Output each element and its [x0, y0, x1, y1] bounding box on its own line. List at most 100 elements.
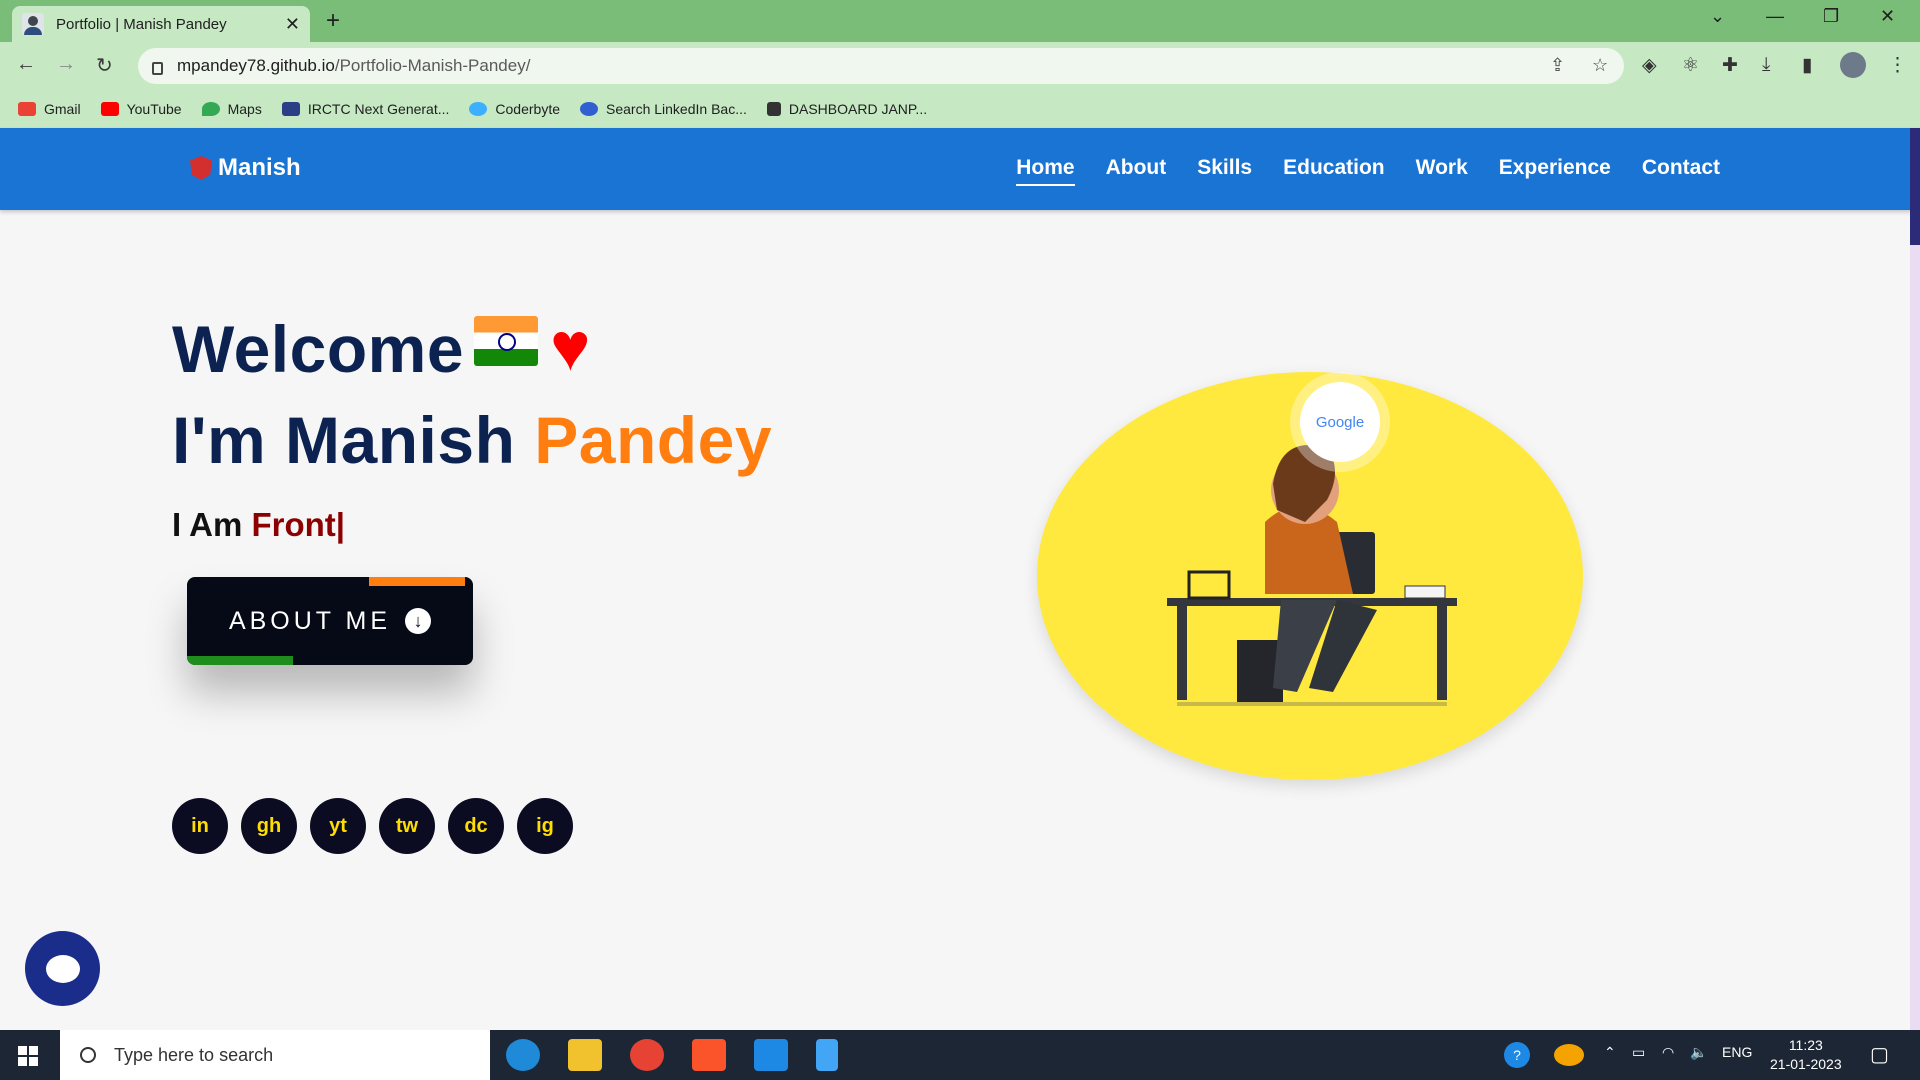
bookmark-youtube[interactable]: YouTube [100, 101, 182, 117]
main-menu: Home About Skills Education Work Experie… [1016, 156, 1720, 186]
download-icon[interactable]: ⤓ [1762, 54, 1770, 76]
language-indicator[interactable]: ENG [1722, 1044, 1752, 1060]
brave-icon[interactable] [692, 1039, 726, 1071]
nav-skills[interactable]: Skills [1197, 156, 1252, 186]
weather-icon[interactable] [1554, 1044, 1584, 1066]
tab-favicon-icon [22, 13, 44, 35]
browser-tab-strip: Portfolio | Manish Pandey ✕ + ⌄ — ❐ ✕ [0, 0, 1920, 42]
twitter-icon[interactable]: tw [379, 798, 435, 854]
nav-education[interactable]: Education [1283, 156, 1385, 186]
window-close-icon[interactable]: ✕ [1880, 6, 1895, 27]
taskbar-search-box[interactable]: Type here to search [60, 1030, 490, 1080]
google-bubble: Google [1300, 382, 1380, 462]
angular-shield-icon [190, 156, 212, 180]
windows-taskbar: Type here to search ? ⌃ ▭ ◠ 🔈 ENG 11:23 … [0, 1030, 1920, 1080]
reload-icon[interactable]: ↻ [96, 53, 113, 78]
tab-title: Portfolio | Manish Pandey [56, 15, 227, 33]
notepad-icon[interactable] [816, 1039, 838, 1071]
discord-icon[interactable]: dc [448, 798, 504, 854]
bookmark-coderbyte[interactable]: Coderbyte [469, 101, 560, 117]
social-links: in gh yt tw dc ig [172, 798, 573, 854]
key-icon [766, 102, 781, 116]
nav-home[interactable]: Home [1016, 156, 1075, 186]
page-scrollbar[interactable] [1910, 245, 1920, 1030]
gmail-icon [18, 102, 36, 116]
forward-icon[interactable]: → [56, 53, 76, 76]
taskbar-clock[interactable]: 11:23 21-01-2023 [1770, 1036, 1842, 1074]
site-navbar: Manish Home About Skills Education Work … [0, 128, 1920, 210]
bookmarks-bar: Gmail YouTube Maps IRCTC Next Generat...… [0, 90, 1920, 128]
nav-work[interactable]: Work [1416, 156, 1468, 186]
bookmark-linkedin-search[interactable]: Search LinkedIn Bac... [580, 101, 747, 117]
windows-start-icon[interactable] [18, 1046, 38, 1066]
battery-icon[interactable]: ▭ [1632, 1044, 1645, 1061]
profile-avatar-icon[interactable] [1840, 52, 1866, 78]
back-icon[interactable]: ← [16, 53, 36, 76]
bookmark-dashboard[interactable]: DASHBOARD JANP... [766, 101, 927, 117]
new-tab-button[interactable]: + [326, 7, 340, 35]
url-path: /Portfolio-Manish-Pandey/ [334, 56, 531, 75]
github-icon[interactable]: gh [241, 798, 297, 854]
scroll-progress-indicator [1910, 128, 1920, 245]
wifi-icon[interactable]: ◠ [1662, 1044, 1674, 1061]
share-icon[interactable]: ⇪ [1550, 55, 1565, 76]
typed-role-value: Front| [251, 506, 346, 543]
bookmark-maps[interactable]: Maps [201, 101, 262, 117]
bookmark-gmail[interactable]: Gmail [18, 101, 81, 117]
linkedin-search-icon [580, 102, 598, 116]
irctc-icon [281, 102, 300, 116]
tab-search-icon[interactable]: ⌄ [1710, 6, 1725, 27]
minimize-icon[interactable]: — [1766, 6, 1784, 27]
brand-name: Manish [218, 154, 301, 181]
file-explorer-icon[interactable] [568, 1039, 602, 1071]
lock-icon [152, 61, 163, 75]
youtube-icon [100, 102, 119, 116]
extension-react-icon[interactable]: ⚛ [1682, 54, 1699, 77]
name-accent: Pandey [534, 403, 773, 477]
nav-about[interactable]: About [1106, 156, 1167, 186]
linkedin-icon[interactable]: in [172, 798, 228, 854]
chat-widget-button[interactable] [25, 931, 100, 1006]
bookmark-irctc[interactable]: IRCTC Next Generat... [281, 101, 449, 117]
help-icon[interactable]: ? [1504, 1042, 1530, 1068]
edge-icon[interactable] [506, 1039, 540, 1071]
india-flag-icon [474, 316, 539, 366]
about-me-button[interactable]: ABOUT ME ↓ [187, 577, 473, 665]
extensions-puzzle-icon[interactable]: ✚ [1722, 54, 1738, 77]
browser-menu-icon[interactable]: ⋮ [1888, 54, 1907, 77]
maps-icon [201, 102, 220, 116]
search-icon [80, 1047, 96, 1063]
heart-icon: ♥ [550, 309, 591, 385]
tray-chevron-up-icon[interactable]: ⌃ [1604, 1044, 1616, 1061]
extension-shield-icon[interactable]: ◈ [1642, 54, 1657, 77]
typed-role: I Am Front| [172, 506, 346, 543]
youtube-icon[interactable]: yt [310, 798, 366, 854]
instagram-icon[interactable]: ig [517, 798, 573, 854]
taskbar-search-placeholder: Type here to search [114, 1044, 274, 1065]
coderbyte-icon [469, 102, 488, 116]
restore-icon[interactable]: ❐ [1823, 6, 1839, 27]
nav-experience[interactable]: Experience [1499, 156, 1611, 186]
url-host: mpandey78.github.io [177, 56, 335, 75]
tab-close-icon[interactable]: ✕ [285, 14, 300, 35]
bookmark-star-icon[interactable]: ☆ [1592, 55, 1608, 76]
google-label: Google [1315, 413, 1365, 431]
vscode-icon[interactable] [754, 1039, 788, 1071]
about-me-label: ABOUT ME [228, 606, 392, 635]
nav-contact[interactable]: Contact [1642, 156, 1720, 186]
name-prefix: I'm Manish [172, 403, 516, 477]
chrome-icon[interactable] [630, 1039, 664, 1071]
clock-date: 21-01-2023 [1770, 1056, 1842, 1072]
browser-toolbar: ← → ↻ mpandey78.github.io /Portfolio-Man… [0, 42, 1920, 90]
arrow-down-circle-icon: ↓ [405, 608, 432, 634]
welcome-heading: Welcome ♥ [172, 309, 591, 386]
side-panel-icon[interactable]: ▮ [1802, 54, 1812, 77]
chat-bubble-icon [45, 954, 80, 983]
clock-time: 11:23 [1788, 1037, 1823, 1053]
volume-icon[interactable]: 🔈 [1690, 1044, 1707, 1061]
brand-logo[interactable]: Manish [190, 154, 301, 182]
name-heading: I'm Manish Pandey [172, 402, 772, 478]
browser-tab[interactable]: Portfolio | Manish Pandey ✕ [12, 6, 310, 42]
notifications-icon[interactable]: ▢ [1870, 1042, 1889, 1067]
address-bar[interactable]: mpandey78.github.io /Portfolio-Manish-Pa… [138, 48, 1624, 84]
